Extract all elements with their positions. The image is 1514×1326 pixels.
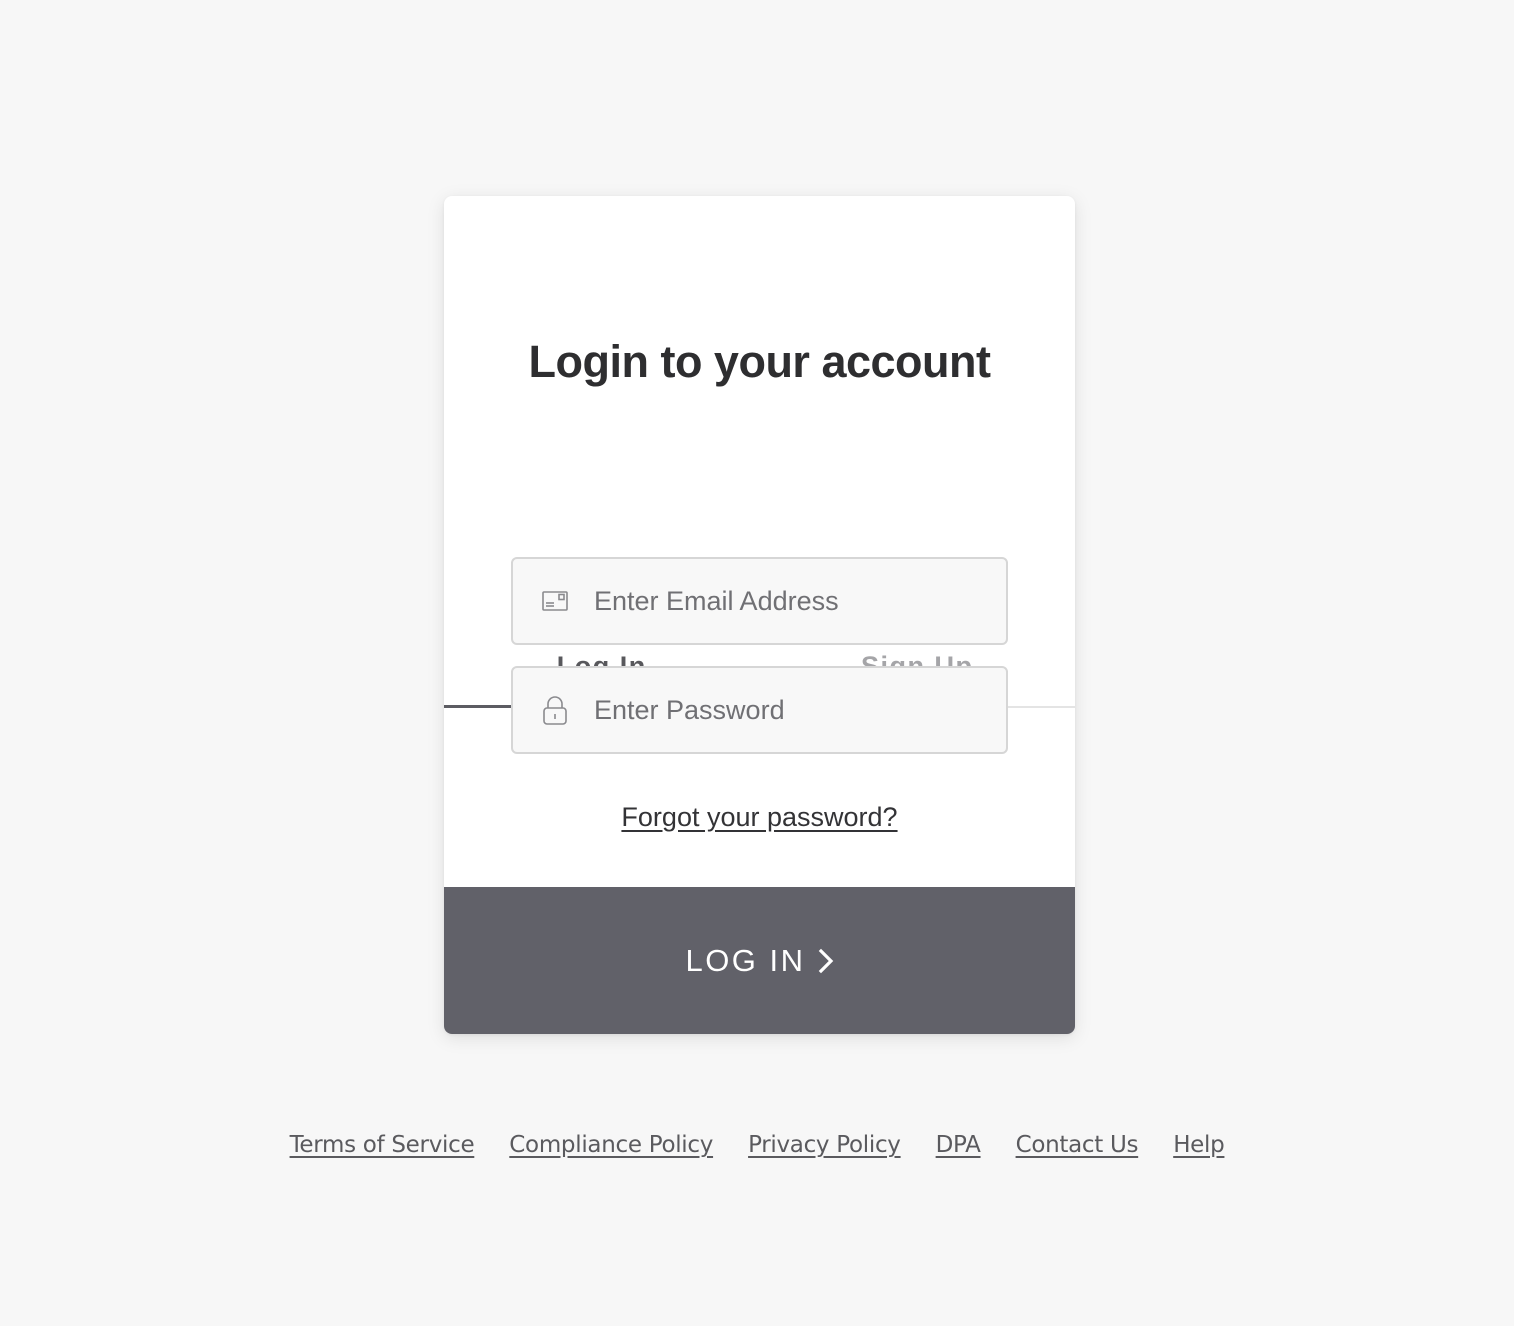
email-field[interactable]	[511, 557, 1008, 645]
forgot-password-row: Forgot your password?	[444, 802, 1075, 833]
chevron-right-icon	[818, 948, 834, 974]
page-title: Login to your account	[528, 336, 991, 387]
envelope-card-icon	[541, 586, 569, 616]
footer-link-help[interactable]: Help	[1173, 1132, 1225, 1158]
footer-link-contact-us[interactable]: Contact Us	[1016, 1132, 1139, 1158]
footer-link-terms-of-service[interactable]: Terms of Service	[290, 1132, 475, 1158]
login-card: Login to your account Log In Sign Up For…	[444, 196, 1075, 1034]
footer-link-dpa[interactable]: DPA	[936, 1132, 981, 1158]
password-input[interactable]	[594, 694, 994, 726]
log-in-button[interactable]: LOG IN	[444, 887, 1075, 1034]
password-field[interactable]	[511, 666, 1008, 754]
padlock-icon	[541, 695, 569, 725]
footer-link-compliance-policy[interactable]: Compliance Policy	[509, 1132, 713, 1158]
footer-links: Terms of Service Compliance Policy Priva…	[0, 1132, 1514, 1158]
forgot-password-link[interactable]: Forgot your password?	[621, 802, 897, 832]
log-in-button-label: LOG IN	[685, 942, 806, 978]
footer-link-privacy-policy[interactable]: Privacy Policy	[748, 1132, 901, 1158]
email-input[interactable]	[594, 585, 994, 617]
